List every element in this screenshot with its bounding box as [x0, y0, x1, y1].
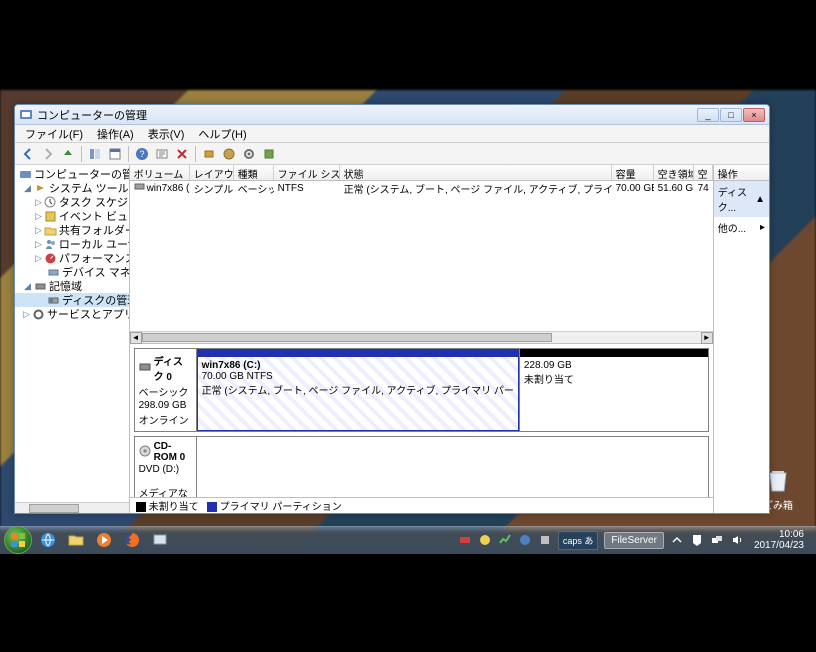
menu-help[interactable]: ヘルプ(H) [192, 125, 252, 143]
svg-text:?: ? [139, 149, 144, 159]
menubar: ファイル(F) 操作(A) 表示(V) ヘルプ(H) [15, 125, 769, 143]
tree-services[interactable]: ▷ サービスとアプリケーショ [15, 307, 129, 321]
col-layout[interactable]: レイアウト [190, 165, 234, 180]
col-fs[interactable]: ファイル システム [274, 165, 340, 180]
tray-icon-1[interactable] [458, 533, 472, 547]
menu-view[interactable]: 表示(V) [142, 125, 191, 143]
taskbar-active-window[interactable]: FileServer [604, 532, 664, 549]
col-pct[interactable]: 空 [694, 165, 713, 180]
navigation-tree: コンピューターの管理 (ローカ ◢ システム ツール ▷ タスク スケジューラ … [15, 165, 130, 513]
content-pane: ボリューム レイアウト 種類 ファイル システム 状態 容量 空き領域 空 wi… [130, 165, 714, 513]
tray-network[interactable] [710, 533, 724, 547]
disk-0-label: ディスク 0 ベーシック 298.09 GB オンライン [135, 349, 197, 431]
tree-root[interactable]: コンピューターの管理 (ローカ [15, 167, 129, 181]
volume-row[interactable]: win7x86 (C:) シンプル ベーシック NTFS 正常 (システム, ブ… [130, 181, 713, 195]
actions-item-disk[interactable]: ディスク...▲ [714, 181, 769, 217]
nav-back-button[interactable] [19, 145, 37, 163]
disk-icon [139, 361, 151, 376]
tree-scrollbar[interactable] [15, 502, 129, 513]
taskbar-explorer[interactable] [64, 529, 88, 551]
cdrom-0-row[interactable]: CD-ROM 0 DVD (D:) メディアなし [134, 436, 709, 497]
tree-device-manager[interactable]: デバイス マネージャー [15, 265, 129, 279]
tray-icon-5[interactable] [538, 533, 552, 547]
chevron-right-icon: ▸ [760, 222, 765, 233]
disk-graphical-view: ディスク 0 ベーシック 298.09 GB オンライン win7x86 (C:… [130, 343, 713, 497]
volume-icon [134, 181, 145, 195]
taskbar-ie[interactable] [36, 529, 60, 551]
actions-header: 操作 [714, 165, 769, 181]
tray-volume[interactable] [730, 533, 744, 547]
tray-icon-3[interactable] [498, 533, 512, 547]
tree-shared-folders[interactable]: ▷ 共有フォルダー [15, 223, 129, 237]
cdrom-0-label: CD-ROM 0 DVD (D:) メディアなし [135, 437, 197, 497]
action-button-2[interactable] [220, 145, 238, 163]
settings-button[interactable] [240, 145, 258, 163]
help-button[interactable]: ? [133, 145, 151, 163]
volume-list-header: ボリューム レイアウト 種類 ファイル システム 状態 容量 空き領域 空 [130, 165, 713, 181]
toolbar: ? [15, 143, 769, 165]
maximize-button[interactable]: □ [720, 108, 742, 122]
menu-action[interactable]: 操作(A) [91, 125, 140, 143]
tree-disk-management[interactable]: ディスクの管理 [15, 293, 129, 307]
computer-management-window: コンピューターの管理 _ □ × ファイル(F) 操作(A) 表示(V) ヘルプ… [14, 104, 770, 514]
tray-action-center[interactable] [690, 533, 704, 547]
nav-forward-button[interactable] [39, 145, 57, 163]
tree-performance[interactable]: ▷ パフォーマンス [15, 251, 129, 265]
refresh-button[interactable] [153, 145, 171, 163]
disk-0-row[interactable]: ディスク 0 ベーシック 298.09 GB オンライン win7x86 (C:… [134, 348, 709, 432]
window-title: コンピューターの管理 [37, 107, 697, 123]
tree-local-users[interactable]: ▷ ローカル ユーザーとグ [15, 237, 129, 251]
properties-button[interactable] [106, 145, 124, 163]
actions-item-more[interactable]: 他の...▸ [714, 217, 769, 238]
partition-unallocated[interactable]: 228.09 GB 未割り当て [519, 349, 708, 431]
nav-up-button[interactable] [59, 145, 77, 163]
tray-icon-2[interactable] [478, 533, 492, 547]
col-capacity[interactable]: 容量 [612, 165, 654, 180]
tray-clock[interactable]: 10:06 2017/04/23 [750, 529, 808, 551]
tree-task-scheduler[interactable]: ▷ タスク スケジューラ [15, 195, 129, 209]
cdrom-icon [139, 445, 151, 460]
col-volume[interactable]: ボリューム [130, 165, 190, 180]
tray-icon-4[interactable] [518, 533, 532, 547]
col-type[interactable]: 種類 [234, 165, 274, 180]
partition-c[interactable]: win7x86 (C:) 70.00 GB NTFS 正常 (システム, ブート… [197, 349, 519, 431]
tree-storage[interactable]: ◢ 記憶域 [15, 279, 129, 293]
col-free[interactable]: 空き領域 [654, 165, 694, 180]
action-button-3[interactable] [260, 145, 278, 163]
titlebar[interactable]: コンピューターの管理 _ □ × [15, 105, 769, 125]
ime-indicator[interactable]: caps あ [558, 531, 599, 550]
taskbar-app[interactable] [148, 529, 172, 551]
taskbar: caps あ FileServer 10:06 2017/04/23 [0, 526, 816, 554]
taskbar-firefox[interactable] [120, 529, 144, 551]
volume-scrollbar[interactable]: ◄ ► [130, 331, 713, 343]
action-button-1[interactable] [200, 145, 218, 163]
actions-pane: 操作 ディスク...▲ 他の...▸ [714, 165, 769, 513]
delete-button[interactable] [173, 145, 191, 163]
show-hide-tree-button[interactable] [86, 145, 104, 163]
close-button[interactable]: × [743, 108, 765, 122]
start-button[interactable] [4, 526, 32, 554]
tray-show-hidden[interactable] [670, 533, 684, 547]
collapse-icon: ▲ [755, 194, 765, 205]
legend: 未割り当て プライマリ パーティション [130, 497, 713, 513]
tree-event-viewer[interactable]: ▷ イベント ビューアー [15, 209, 129, 223]
menu-file[interactable]: ファイル(F) [19, 125, 89, 143]
tree-system-tools[interactable]: ◢ システム ツール [15, 181, 129, 195]
volume-list[interactable]: win7x86 (C:) シンプル ベーシック NTFS 正常 (システム, ブ… [130, 181, 713, 331]
col-status[interactable]: 状態 [340, 165, 612, 180]
taskbar-wmp[interactable] [92, 529, 116, 551]
app-icon [19, 108, 33, 122]
minimize-button[interactable]: _ [697, 108, 719, 122]
